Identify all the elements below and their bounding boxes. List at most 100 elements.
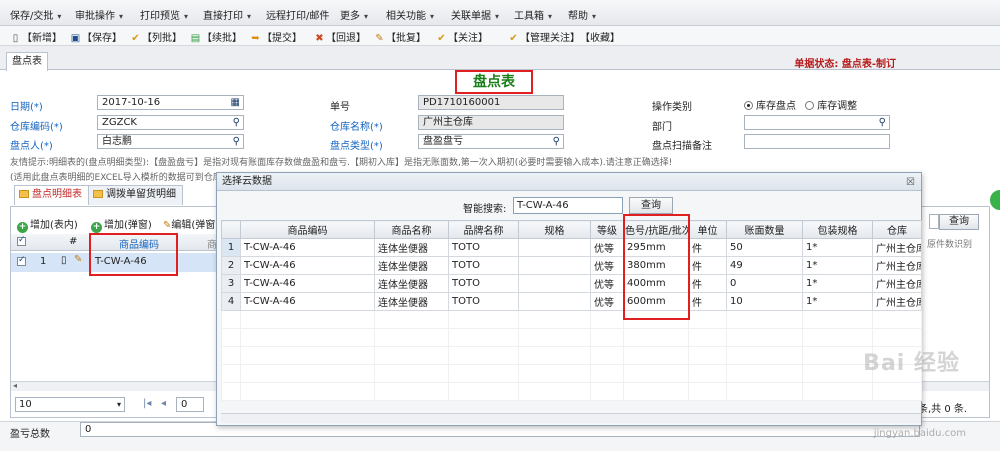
warehouse-code-field[interactable]: ZGZCK ⚲ <box>97 115 244 130</box>
toolbar-button-2[interactable]: ▣ 【保存】 <box>70 29 122 44</box>
toolbar-button-7[interactable]: ✎ 【批复】 <box>374 29 426 44</box>
toolbar-button-10[interactable]: 【收藏】 <box>580 29 620 44</box>
tab-transfer-detail[interactable]: 调拨单留货明细 <box>88 185 183 205</box>
grid-col-header[interactable]: 商品编码 <box>240 220 375 239</box>
grid-col-header[interactable]: 仓库 <box>872 220 922 239</box>
smart-search-input[interactable]: T-CW-A-46 <box>513 197 623 214</box>
grid-cell <box>518 328 591 347</box>
page-size-select[interactable]: 10 ▾ <box>15 397 125 412</box>
menu-item-10[interactable]: 帮助 ▾ <box>568 7 596 22</box>
grid-col-header[interactable]: 包装规格 <box>802 220 873 239</box>
add-popup-button[interactable]: + 增加(弹窗) <box>91 216 152 233</box>
menu-item-2[interactable]: 审批操作 ▾ <box>75 7 123 22</box>
toolbar-button-5[interactable]: ➥ 【提交】 <box>250 29 302 44</box>
toolbar-button-4[interactable]: ▤ 【续批】 <box>190 29 242 44</box>
scan-note-field[interactable] <box>744 134 890 149</box>
menu-item-3[interactable]: 打印预览 ▾ <box>140 7 188 22</box>
dialog-scrollbar[interactable] <box>221 413 921 423</box>
doc-no-label: 单号 <box>330 102 350 113</box>
count-type-field[interactable]: 盘盈盘亏 ⚲ <box>418 134 564 149</box>
counter-person-value: 白志鹏 <box>102 136 132 147</box>
grid-row[interactable]: 4 T-CW-A-46 连体坐便器 TOTO 优等 600mm 件 10 1* 广州主仓库 <box>221 292 922 311</box>
search-icon[interactable]: ⚲ <box>233 116 240 129</box>
grid-cell: 10 <box>726 292 803 311</box>
radio-adjust[interactable]: 库存调整 <box>805 101 857 112</box>
grid-cell <box>590 310 624 329</box>
tab-inventory-sheet[interactable]: 盘点表 <box>6 52 48 71</box>
grid-cell <box>448 346 519 365</box>
grid-cell <box>590 382 624 401</box>
tab-inventory-detail[interactable]: 盘点明细表 <box>14 185 89 205</box>
grid-cell <box>374 382 449 401</box>
grid-empty-row <box>221 382 922 401</box>
document-icon[interactable]: ▯ <box>61 255 67 266</box>
select-all-checkbox[interactable] <box>17 235 26 246</box>
grid-col-header[interactable]: 规格 <box>518 220 591 239</box>
folder-icon <box>19 190 29 198</box>
grid-cell <box>802 364 873 383</box>
grid-row[interactable]: 3 T-CW-A-46 连体坐便器 TOTO 优等 400mm 件 0 1* 广州主仓库 <box>221 274 922 293</box>
chevron-down-icon[interactable]: ▾ <box>117 398 121 411</box>
search-icon[interactable]: ⚲ <box>553 135 560 148</box>
grid-empty-row <box>221 310 922 329</box>
scroll-left-icon[interactable]: ◂ <box>13 381 17 390</box>
right-search-field[interactable] <box>929 214 939 229</box>
grid-cell <box>448 328 519 347</box>
add-inline-button[interactable]: + 增加(表内) <box>17 216 78 233</box>
grid-cell <box>221 364 241 383</box>
right-query-button[interactable]: 查询 <box>939 214 979 230</box>
grid-col-header[interactable]: 等级 <box>590 220 624 239</box>
toolbar-button-9[interactable]: ✔ 【管理关注】 <box>508 29 580 44</box>
query-button[interactable]: 查询 <box>629 197 673 214</box>
grid-cell: 1* <box>802 292 873 311</box>
menu-item-1[interactable]: 保存/交批 ▾ <box>10 7 61 22</box>
edit-popup-button[interactable]: ✎编辑(弹窗 <box>163 216 215 231</box>
grid-cell: 广州主仓库 <box>872 238 922 257</box>
row-checkbox[interactable] <box>17 255 26 266</box>
grid-empty-row <box>221 364 922 383</box>
grid-col-header[interactable]: 单位 <box>688 220 727 239</box>
pencil-icon[interactable]: ✎ <box>74 254 82 265</box>
grid-row[interactable]: 2 T-CW-A-46 连体坐便器 TOTO 优等 380mm 件 49 1* 广州主仓库 <box>221 256 922 275</box>
menu-item-6[interactable]: 更多 ▾ <box>340 7 368 22</box>
menu-item-5[interactable]: 远程打印/邮件 <box>266 7 329 22</box>
toolbar-button-1[interactable]: ▯ 【新增】 <box>10 29 62 44</box>
grid-col-header[interactable]: 品牌名称 <box>448 220 519 239</box>
grid-col-header[interactable]: 商品名称 <box>374 220 449 239</box>
toolbar-button-8[interactable]: ✔ 【关注】 <box>436 29 488 44</box>
search-icon[interactable]: ⚲ <box>879 116 886 129</box>
grid-col-header[interactable]: 账面数量 <box>726 220 803 239</box>
grid-cell: 广州主仓库 <box>872 292 922 311</box>
close-icon[interactable]: ☒ <box>906 174 915 192</box>
menu-item-7[interactable]: 相关功能 ▾ <box>386 7 434 22</box>
document-status: 单据状态: 盘点表-制订 <box>794 59 896 70</box>
grid-cell <box>872 382 922 401</box>
grid-cell: 广州主仓库 <box>872 256 922 275</box>
menu-item-9[interactable]: 工具箱 ▾ <box>514 7 552 22</box>
calendar-icon[interactable]: ▦ <box>231 96 240 109</box>
first-page-icon[interactable]: |◂ <box>143 398 151 409</box>
menu-item-8[interactable]: 关联单据 ▾ <box>451 7 499 22</box>
toolbar-button-6[interactable]: ✖ 【回退】 <box>314 29 366 44</box>
grid-col-header[interactable] <box>221 220 241 239</box>
save-icon: ▣ <box>70 33 81 44</box>
search-icon[interactable]: ⚲ <box>233 135 240 148</box>
toolbar-button-3[interactable]: ✔ 【列批】 <box>130 29 182 44</box>
date-value: 2017-10-16 <box>102 97 161 108</box>
grid-cell: T-CW-A-46 <box>240 274 375 293</box>
department-field[interactable]: ⚲ <box>744 115 890 130</box>
date-field[interactable]: 2017-10-16 ▦ <box>97 95 244 110</box>
grid-cell <box>726 328 803 347</box>
radio-inventory[interactable]: 库存盘点 <box>744 101 796 112</box>
grid-cell <box>448 382 519 401</box>
grid-cell <box>518 256 591 275</box>
counter-person-field[interactable]: 白志鹏 ⚲ <box>97 134 244 149</box>
chevron-down-icon: ▾ <box>119 12 124 21</box>
prev-page-icon[interactable]: ◂ <box>161 398 166 409</box>
row-number: 2 <box>221 256 241 275</box>
grid-row[interactable]: 1 T-CW-A-46 连体坐便器 TOTO 优等 295mm 件 50 1* 广州主仓库 <box>221 238 922 257</box>
chevron-down-icon: ▾ <box>364 12 369 21</box>
page-number-input[interactable]: 0 <box>176 397 204 412</box>
count-type-label: 盘点类型(*) <box>330 141 383 152</box>
menu-item-4[interactable]: 直接打印 ▾ <box>203 7 251 22</box>
